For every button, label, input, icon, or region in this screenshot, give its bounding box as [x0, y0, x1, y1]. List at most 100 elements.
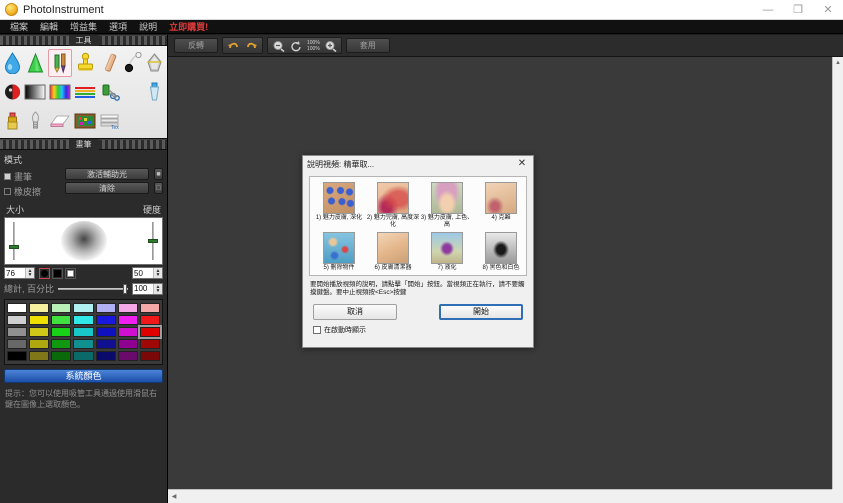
palette-color-13[interactable] — [139, 315, 160, 325]
opacity-input[interactable] — [133, 283, 153, 294]
hardness-stepper[interactable]: ▲▼ — [132, 267, 163, 279]
undo-arrow-icon[interactable] — [225, 38, 242, 53]
show-at-startup-checkbox[interactable]: 在啟動時顯示 — [309, 325, 527, 335]
list-item[interactable]: 1) 魅力皮膚, 深化 — [312, 181, 366, 231]
palette-color-0[interactable] — [7, 303, 28, 313]
hardness-slider-thumb[interactable] — [148, 239, 158, 244]
list-item[interactable]: 7) 液化 — [420, 231, 474, 274]
palette-color-33[interactable] — [117, 351, 138, 361]
gradient-tool-icon[interactable] — [23, 78, 47, 106]
palette-color-21[interactable] — [7, 339, 28, 349]
list-item[interactable]: 6) 皮膚清潔器 — [366, 231, 420, 274]
hardness-stepper-arrows[interactable]: ▲ ▼ — [153, 268, 162, 278]
palette-color-19[interactable] — [117, 327, 138, 337]
spray-tool-icon[interactable] — [145, 78, 165, 106]
palette-color-27[interactable] — [139, 339, 160, 349]
palette-color-10[interactable] — [73, 315, 94, 325]
list-item[interactable]: 3) 魅力皮膚, 上色、高 — [420, 181, 474, 231]
restore-button[interactable]: ❐ — [783, 0, 813, 20]
cancel-button[interactable]: 取消 — [313, 304, 397, 320]
empty-brush-swatch[interactable] — [65, 267, 76, 279]
palette-color-30[interactable] — [51, 351, 72, 361]
reset-button[interactable]: 反轉 — [174, 38, 218, 53]
patch-tool-icon[interactable] — [145, 49, 165, 77]
menu-item-file[interactable]: 檔案 — [4, 20, 34, 34]
red-eye-tool-icon[interactable] — [2, 78, 22, 106]
lamp-tool-icon[interactable] — [23, 107, 47, 135]
size-slider[interactable] — [9, 222, 19, 260]
menu-item-buy-now[interactable]: 立即購買! — [163, 20, 214, 34]
canvas-vertical-scrollbar[interactable]: ▲ — [832, 57, 843, 489]
palette-color-26[interactable] — [117, 339, 138, 349]
color-lines-tool-icon[interactable] — [73, 78, 97, 106]
palette-color-18[interactable] — [95, 327, 116, 337]
brush-pencil-tool-icon[interactable] — [48, 49, 73, 77]
square-brush-swatch[interactable] — [52, 267, 63, 279]
system-color-button[interactable]: 系統顏色 — [4, 369, 163, 383]
canvas-horizontal-scrollbar[interactable]: ◀ — [168, 489, 832, 503]
palette-color-12[interactable] — [117, 315, 138, 325]
preset-down-button[interactable]: □ — [154, 182, 163, 194]
clear-button[interactable]: 清除 — [65, 182, 149, 194]
list-item[interactable]: 5) 刪除物件 — [312, 231, 366, 274]
list-item[interactable]: 2) 魅力完膚, 高度深化 — [366, 181, 420, 231]
palette-color-17[interactable] — [73, 327, 94, 337]
zoom-in-icon[interactable] — [322, 38, 339, 53]
palette-color-6[interactable] — [139, 303, 160, 313]
list-item[interactable]: 4) 克難 — [474, 181, 528, 231]
palette-color-3[interactable] — [73, 303, 94, 313]
layers-text-tool-icon[interactable]: Tex — [98, 107, 122, 135]
opacity-stepper-arrows[interactable]: ▲ ▼ — [153, 283, 162, 294]
palette-color-31[interactable] — [73, 351, 94, 361]
mode-option-eraser[interactable]: 橡皮擦 — [4, 185, 60, 198]
zoom-out-icon[interactable] — [270, 38, 287, 53]
texture-tool-icon[interactable] — [73, 107, 97, 135]
redo-arrow-icon[interactable] — [243, 38, 260, 53]
round-brush-swatch[interactable] — [39, 267, 50, 279]
palette-color-5[interactable] — [117, 303, 138, 313]
opacity-stepper[interactable]: ▲▼ — [132, 282, 163, 295]
menu-item-options[interactable]: 選項 — [103, 20, 133, 34]
stamp-tool-icon[interactable] — [73, 49, 97, 77]
mode-option-brush[interactable]: 畫筆 — [4, 170, 60, 183]
palette-color-8[interactable] — [29, 315, 50, 325]
palette-color-9[interactable] — [51, 315, 72, 325]
palette-color-15[interactable] — [29, 327, 50, 337]
apply-button[interactable]: 套用 — [345, 38, 390, 53]
menu-item-help[interactable]: 說明 — [133, 20, 163, 34]
zoom-reset-icon[interactable] — [288, 38, 305, 53]
rainbow-colorize-tool-icon[interactable] — [48, 78, 72, 106]
scissors-cut-tool-icon[interactable] — [98, 78, 122, 106]
palette-color-25[interactable] — [95, 339, 116, 349]
clone-cone-tool-icon[interactable] — [23, 49, 47, 77]
palette-color-34[interactable] — [139, 351, 160, 361]
menu-item-addins[interactable]: 增益集 — [64, 20, 103, 34]
palette-color-22[interactable] — [29, 339, 50, 349]
start-button[interactable]: 開始 — [439, 304, 523, 320]
palette-color-1[interactable] — [29, 303, 50, 313]
scroll-left-arrow-icon[interactable]: ◀ — [168, 493, 180, 500]
palette-color-11[interactable] — [95, 315, 116, 325]
blur-stick-tool-icon[interactable] — [98, 49, 122, 77]
palette-color-16[interactable] — [51, 327, 72, 337]
close-button[interactable]: ✕ — [813, 0, 843, 20]
palette-color-29[interactable] — [29, 351, 50, 361]
list-item[interactable]: 8) 黑色和白色 — [474, 231, 528, 274]
palette-color-20[interactable] — [137, 325, 162, 339]
hardness-slider[interactable] — [148, 222, 158, 260]
close-icon[interactable]: ✕ — [513, 157, 531, 171]
size-input[interactable] — [5, 268, 25, 278]
palette-color-28[interactable] — [7, 351, 28, 361]
palette-color-24[interactable] — [73, 339, 94, 349]
scroll-up-arrow-icon[interactable]: ▲ — [833, 57, 843, 68]
hardness-input[interactable] — [133, 268, 153, 278]
size-slider-thumb[interactable] — [9, 244, 19, 249]
eraser-tool-icon[interactable] — [48, 107, 72, 135]
lipstick-tool-icon[interactable] — [2, 107, 22, 135]
palette-color-7[interactable] — [7, 315, 28, 325]
opacity-slider-thumb[interactable] — [123, 283, 127, 294]
palette-color-2[interactable] — [51, 303, 72, 313]
size-stepper-arrows[interactable]: ▲ ▼ — [25, 268, 34, 278]
palette-color-14[interactable] — [7, 327, 28, 337]
liquify-tool-icon[interactable] — [123, 49, 143, 77]
